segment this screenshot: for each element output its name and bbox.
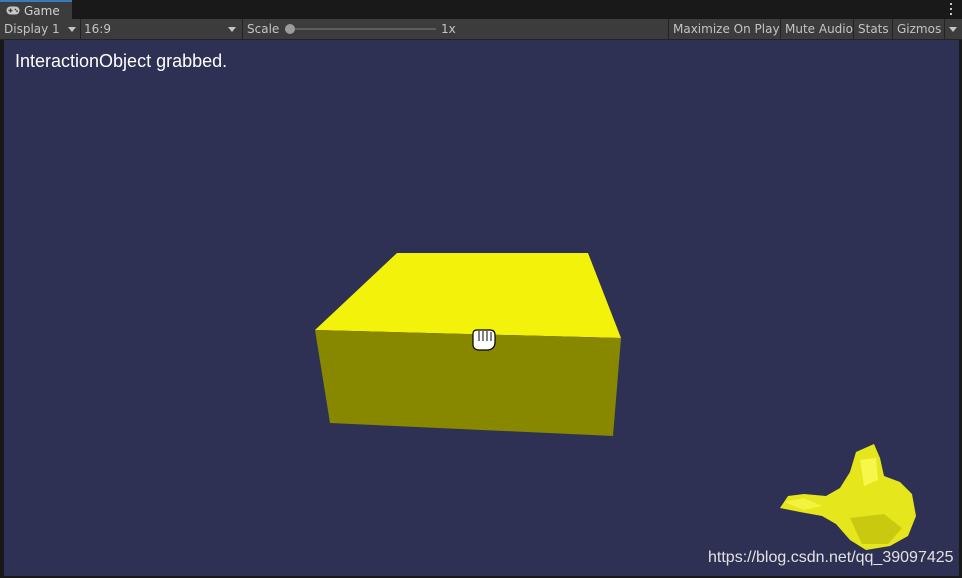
aspect-ratio-dropdown[interactable]: 16:9	[84, 19, 242, 39]
status-message: InteractionObject grabbed.	[15, 51, 228, 71]
game-toolbar: Display 1 16:9 Scale 1x Maximize On Play…	[0, 19, 962, 40]
scene-render	[315, 253, 916, 550]
cube-front-face	[315, 330, 621, 436]
display-label: Display 1	[4, 22, 60, 36]
game-viewport[interactable]: InteractionObject grabbed. https://blog.…	[4, 40, 959, 576]
grab-hand-cursor-icon	[472, 329, 496, 351]
tab-strip: Game	[0, 0, 962, 19]
chevron-down-icon	[949, 27, 957, 32]
cube-top-face	[315, 253, 621, 338]
scale-slider-handle[interactable]	[285, 24, 295, 34]
maximize-on-play-button[interactable]: Maximize On Play	[668, 19, 784, 39]
gizmos-button[interactable]: Gizmos	[892, 19, 946, 39]
tab-game-label: Game	[24, 3, 60, 18]
aspect-label: 16:9	[84, 22, 111, 36]
scale-label: Scale	[247, 22, 280, 36]
scale-slider-track[interactable]	[290, 28, 436, 30]
mute-audio-button[interactable]: Mute Audio	[780, 19, 857, 39]
tab-game[interactable]: Game	[0, 0, 72, 19]
chevron-down-icon	[68, 27, 76, 32]
gamepad-icon	[6, 6, 20, 15]
scale-value: 1x	[441, 22, 456, 36]
chevron-down-icon	[228, 27, 236, 32]
hand-model	[780, 444, 916, 550]
yellow-cube[interactable]	[315, 253, 621, 436]
display-dropdown[interactable]: Display 1	[4, 19, 80, 39]
more-options-icon[interactable]	[948, 2, 954, 16]
stats-button[interactable]: Stats	[853, 19, 893, 39]
watermark-text: https://blog.csdn.net/qq_39097425	[708, 549, 954, 566]
gizmos-dropdown[interactable]	[944, 19, 962, 39]
